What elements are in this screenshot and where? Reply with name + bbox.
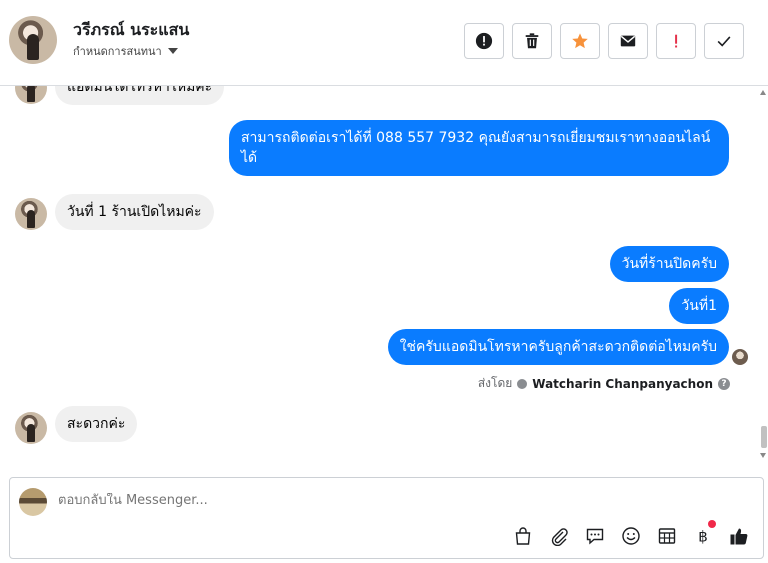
smiley-icon bbox=[622, 527, 640, 545]
notification-dot bbox=[708, 520, 716, 528]
header-actions bbox=[464, 23, 744, 59]
scrollbar-thumb[interactable] bbox=[761, 426, 767, 448]
trash-icon bbox=[525, 33, 539, 49]
check-icon bbox=[717, 36, 731, 47]
shop-button[interactable] bbox=[511, 524, 535, 548]
envelope-icon bbox=[620, 35, 636, 47]
mark-unread-button[interactable] bbox=[608, 23, 648, 59]
help-icon[interactable]: ? bbox=[718, 377, 730, 390]
sent-by-name[interactable]: Watcharin Chanpanyachon bbox=[532, 377, 713, 391]
calendar-grid-icon bbox=[658, 528, 676, 544]
schedule-dropdown[interactable]: กำหนดการสนทนา bbox=[73, 42, 178, 60]
scroll-down-arrow-icon[interactable] bbox=[760, 453, 766, 458]
svg-text:฿: ฿ bbox=[698, 528, 708, 546]
done-button[interactable] bbox=[704, 23, 744, 59]
conversation-header: วรีภรณ์ นระแสน กำหนดการสนทนา bbox=[0, 0, 768, 86]
contact-avatar-small bbox=[15, 412, 47, 444]
message-outgoing[interactable]: ใช่ครับแอดมินโทรหาครับลูกค้าสะดวกติดต่อไ… bbox=[387, 329, 729, 365]
contact-name[interactable]: วรีภรณ์ นระแสน bbox=[73, 18, 189, 43]
emoji-button[interactable] bbox=[619, 524, 643, 548]
message-thread[interactable]: แอดมินได้โทรหาไหมคะ สามารถติดต่อเราได้ที… bbox=[0, 86, 768, 464]
message-incoming[interactable]: แอดมินได้โทรหาไหมคะ bbox=[55, 86, 225, 105]
scrollbar[interactable] bbox=[758, 86, 768, 464]
payment-button[interactable]: ฿ bbox=[691, 520, 716, 548]
delete-button[interactable] bbox=[512, 23, 552, 59]
verified-check-icon bbox=[517, 378, 528, 389]
star-icon bbox=[572, 33, 588, 49]
saved-replies-button[interactable] bbox=[583, 524, 607, 548]
page-avatar bbox=[19, 488, 47, 516]
message-outgoing[interactable]: วันที่1 bbox=[669, 288, 729, 324]
paperclip-icon bbox=[551, 528, 568, 546]
important-button[interactable] bbox=[656, 23, 696, 59]
reply-input[interactable] bbox=[58, 493, 658, 508]
baht-icon: ฿ bbox=[698, 528, 708, 546]
spam-button[interactable] bbox=[464, 23, 504, 59]
star-button[interactable] bbox=[560, 23, 600, 59]
chat-bubble-icon bbox=[586, 528, 604, 545]
shopping-bag-icon bbox=[515, 527, 531, 545]
message-incoming[interactable]: สะดวกค่ะ bbox=[55, 406, 138, 442]
like-button[interactable] bbox=[727, 524, 751, 548]
sent-by-line: ส่งโดย Watcharin Chanpanyachon ? bbox=[478, 374, 730, 393]
exclamation-icon bbox=[675, 34, 678, 48]
scroll-up-arrow-icon[interactable] bbox=[760, 90, 766, 95]
message-outgoing[interactable]: วันที่ร้านปิดครับ bbox=[609, 246, 729, 282]
contact-avatar[interactable] bbox=[9, 16, 57, 64]
sent-by-label: ส่งโดย bbox=[477, 376, 513, 390]
message-outgoing[interactable]: สามารถติดต่อเราได้ที่ 088 557 7932 คุณยั… bbox=[229, 120, 729, 176]
composer-tools: ฿ bbox=[511, 520, 751, 548]
caret-down-icon bbox=[167, 48, 178, 54]
alert-circle-icon bbox=[475, 32, 493, 50]
read-receipt-avatar bbox=[732, 349, 748, 365]
attach-button[interactable] bbox=[547, 524, 571, 548]
reply-composer: ฿ bbox=[9, 477, 764, 559]
message-incoming[interactable]: วันที่ 1 ร้านเปิดไหมค่ะ bbox=[55, 194, 214, 230]
contact-avatar-small bbox=[15, 86, 47, 104]
thumbs-up-icon bbox=[730, 528, 748, 545]
contact-avatar-small bbox=[15, 198, 47, 230]
schedule-label: กำหนดการสนทนา bbox=[73, 45, 162, 58]
appointment-button[interactable] bbox=[655, 524, 679, 548]
